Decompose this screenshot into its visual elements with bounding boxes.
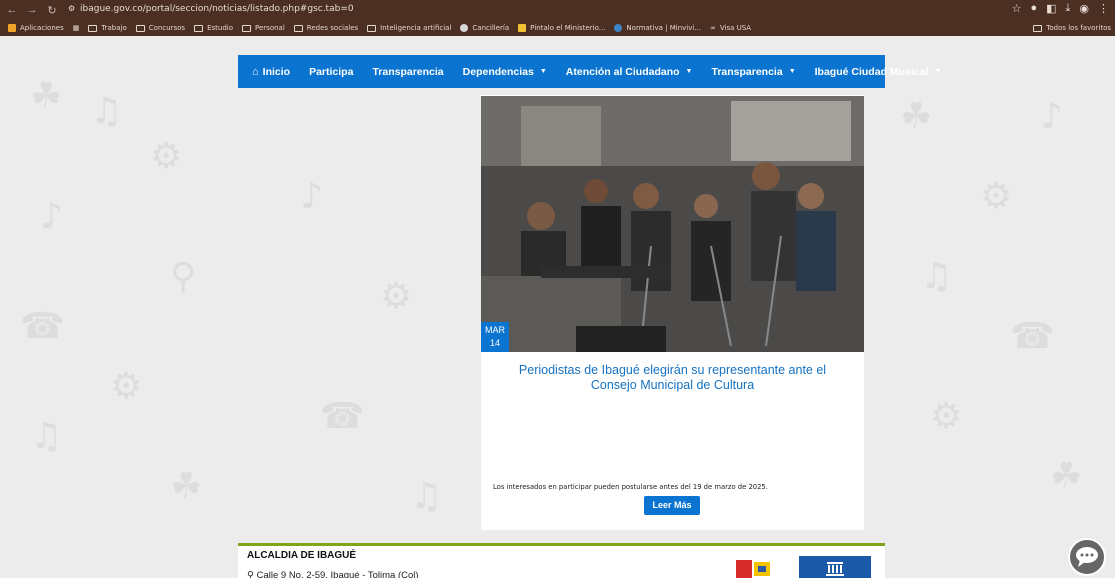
decor-icon: ☎: [1010, 316, 1055, 357]
chat-bubble-icon: [1076, 547, 1098, 567]
folder-icon: [293, 24, 303, 32]
star-icon[interactable]: ☆: [1012, 2, 1022, 15]
news-photo[interactable]: [481, 96, 864, 352]
nav-atencion-ciudadano[interactable]: Atención al Ciudadano ▼: [566, 66, 693, 78]
site-footer: ALCALDIA DE IBAGUÉ ⚲ Calle 9 No. 2-59, I…: [238, 543, 885, 578]
bookmark-redes-sociales[interactable]: Redes sociales: [293, 24, 358, 32]
folder-icon: [367, 24, 377, 32]
nav-ibague-ciudad-musical[interactable]: Ibagué Ciudad Musical ▼: [815, 66, 942, 78]
bookmark-visa-usa[interactable]: ∞ Visa USA: [710, 24, 751, 32]
decor-icon: ⚙: [380, 276, 413, 317]
read-more-button[interactable]: Leer Más: [644, 496, 700, 515]
decor-icon: ☘: [30, 76, 63, 117]
alcaldia-logo-image: [734, 556, 772, 578]
bookmarks-bar: Aplicaciones ▦ Trabajo Concursos Estudio…: [0, 20, 1115, 36]
decor-icon: ☘: [1050, 456, 1083, 497]
news-title[interactable]: Periodistas de Ibagué elegirán su repres…: [499, 363, 846, 393]
bookmark-concursos[interactable]: Concursos: [135, 24, 185, 32]
caret-down-icon: ▼: [685, 68, 693, 75]
folder-icon: [88, 24, 98, 32]
site-info-icon[interactable]: ⚙: [68, 4, 75, 13]
bookmark-aplicaciones[interactable]: Aplicaciones: [8, 24, 64, 32]
globe-icon: [460, 24, 469, 32]
decor-icon: ⚲: [170, 256, 197, 297]
decor-icon: ♫: [90, 91, 123, 132]
unesco-logo: [799, 556, 871, 578]
bookmark-normativa[interactable]: Normativa | Minvivi...: [614, 24, 701, 32]
date-day: 14: [489, 338, 500, 348]
footer-title: ALCALDIA DE IBAGUÉ: [247, 550, 357, 561]
profile-icon[interactable]: ◉: [1079, 2, 1089, 15]
home-icon: ⌂: [252, 65, 259, 78]
back-icon[interactable]: ←: [4, 4, 20, 16]
bookmark-trabajo[interactable]: Trabajo: [88, 24, 127, 32]
unesco-logo-image: [799, 556, 871, 578]
grid-icon: [8, 24, 16, 32]
bookmark-inteligencia-artificial[interactable]: Inteligencia artificial: [367, 24, 451, 32]
bookmark-cancilleria[interactable]: Cancillería: [460, 24, 509, 32]
chat-widget-button[interactable]: [1068, 538, 1106, 576]
folder-icon: [135, 24, 145, 32]
decor-icon: ♪: [40, 196, 63, 237]
link-icon: ∞: [710, 24, 716, 32]
news-photo-image: [481, 96, 864, 352]
apps-icon: ▦: [72, 24, 80, 32]
extension-icon[interactable]: ●: [1030, 2, 1037, 15]
caret-down-icon: ▼: [934, 68, 942, 75]
decor-icon: ☘: [900, 96, 933, 137]
nav-transparencia[interactable]: Transparencia: [372, 66, 443, 78]
browser-toolbar-right: ☆ ● ◧ ⤓ ◉ ⋮: [1012, 2, 1109, 15]
download-icon[interactable]: ⤓: [1066, 2, 1071, 15]
puzzle-icon[interactable]: ◧: [1046, 2, 1056, 15]
news-summary: Los interesados en participar pueden pos…: [493, 483, 768, 491]
bookmark-pintalo[interactable]: Píntalo el Ministerio...: [518, 24, 605, 32]
caret-down-icon: ▼: [539, 68, 547, 75]
folder-icon: [242, 24, 252, 32]
decor-icon: ♪: [300, 176, 323, 217]
bookmark-personal[interactable]: Personal: [242, 24, 285, 32]
news-card: MAR 14 Periodistas de Ibagué elegirán su…: [481, 95, 864, 530]
reload-icon[interactable]: ↻: [44, 4, 60, 17]
folder-icon: [1033, 24, 1043, 32]
menu-icon[interactable]: ⋮: [1098, 2, 1109, 15]
nav-dependencias[interactable]: Dependencias ▼: [463, 66, 547, 78]
address-bar[interactable]: ibague.gov.co/portal/seccion/noticias/li…: [80, 4, 354, 14]
decor-icon: ♫: [30, 416, 63, 457]
decor-icon: ⚙: [150, 136, 183, 177]
footer-address: ⚲ Calle 9 No. 2-59, Ibagué - Tolima (Col…: [247, 570, 419, 578]
decor-icon: ♪: [1040, 96, 1063, 137]
nav-transparencia-dropdown[interactable]: Transparencia ▼: [711, 66, 795, 78]
alcaldia-logo: [734, 556, 772, 578]
forward-icon[interactable]: →: [24, 4, 40, 16]
main-navbar: ⌂ Inicio Participa Transparencia Dependen…: [238, 55, 941, 88]
nav-participa[interactable]: Participa: [309, 66, 353, 78]
bookmark-estudio[interactable]: Estudio: [194, 24, 233, 32]
bookmark-grid[interactable]: ▦: [73, 24, 80, 32]
decor-icon: ☎: [20, 306, 65, 347]
all-bookmarks[interactable]: Todos los favoritos: [1033, 20, 1111, 36]
date-badge: MAR 14: [481, 322, 509, 352]
nav-inicio[interactable]: ⌂ Inicio: [252, 66, 290, 78]
site-icon: [518, 24, 527, 32]
location-pin-icon: ⚲: [247, 570, 254, 578]
decor-icon: ♫: [410, 476, 443, 517]
folder-icon: [194, 24, 204, 32]
date-month: MAR: [485, 325, 505, 335]
decor-icon: ⚙: [980, 176, 1013, 217]
decor-icon: ♫: [920, 256, 953, 297]
caret-down-icon: ▼: [788, 68, 796, 75]
decor-icon: ☎: [320, 396, 365, 437]
decor-icon: ⚙: [110, 366, 143, 407]
shield-icon: [614, 24, 623, 32]
decor-icon: ☘: [170, 466, 203, 507]
decor-icon: ⚙: [930, 396, 963, 437]
